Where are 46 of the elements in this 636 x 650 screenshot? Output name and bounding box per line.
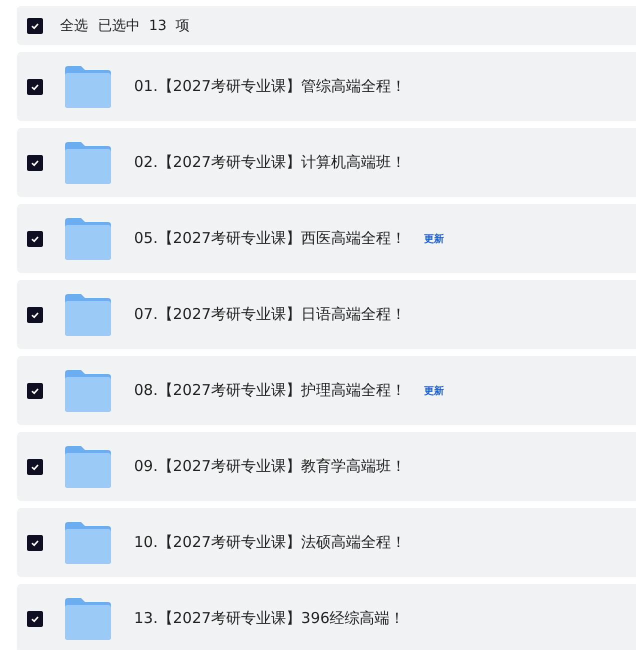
folder-icon [65,218,111,260]
folder-name: 07.【2027考研专业课】日语高端全程！ [134,305,406,324]
checkbox[interactable] [27,230,43,246]
folder-icon [65,142,111,184]
check-icon [30,462,40,472]
checkbox[interactable] [27,306,43,322]
update-label: 更新 [424,232,444,246]
checkbox[interactable] [27,382,43,398]
checkbox[interactable] [27,18,43,34]
folder-row[interactable]: 07.【2027考研专业课】日语高端全程！ [17,280,636,349]
folder-row[interactable]: 13.【2027考研专业课】396经综高端！ [17,584,636,650]
folder-icon [65,598,111,640]
folder-icon [65,446,111,488]
check-icon [30,614,40,624]
folder-name: 01.【2027考研专业课】管综高端全程！ [134,77,406,96]
check-icon [30,82,40,92]
folder-name: 08.【2027考研专业课】护理高端全程！ [134,381,406,400]
folder-row[interactable]: 08.【2027考研专业课】护理高端全程！ 更新 [17,356,636,425]
folder-row[interactable]: 09.【2027考研专业课】教育学高端班！ [17,432,636,501]
folder-name: 10.【2027考研专业课】法硕高端全程！ [134,533,406,552]
folder-name: 13.【2027考研专业课】396经综高端！ [134,609,405,628]
update-label: 更新 [424,384,444,398]
check-icon [30,158,40,168]
folder-row[interactable]: 02.【2027考研专业课】计算机高端班！ [17,128,636,197]
checkbox[interactable] [27,610,43,626]
folder-icon [65,370,111,412]
checkbox[interactable] [27,154,43,170]
folder-icon [65,294,111,336]
check-icon [30,310,40,320]
folder-row[interactable]: 01.【2027考研专业课】管综高端全程！ [17,52,636,121]
checkbox[interactable] [27,534,43,550]
checkbox[interactable] [27,458,43,474]
folder-name: 09.【2027考研专业课】教育学高端班！ [134,457,406,476]
folder-icon [65,66,111,108]
check-icon [30,20,40,30]
selection-count: 已选中 13 项 [98,16,190,34]
check-icon [30,386,40,396]
folder-name: 05.【2027考研专业课】西医高端全程！ [134,229,406,248]
folder-name: 02.【2027考研专业课】计算机高端班！ [134,153,406,172]
check-icon [30,234,40,244]
checkbox[interactable] [27,78,43,94]
folder-row[interactable]: 05.【2027考研专业课】西医高端全程！ 更新 [17,204,636,273]
folder-row[interactable]: 10.【2027考研专业课】法硕高端全程！ [17,508,636,577]
folder-icon [65,522,111,564]
select-all-label[interactable]: 全选 [60,16,88,34]
check-icon [30,538,40,548]
